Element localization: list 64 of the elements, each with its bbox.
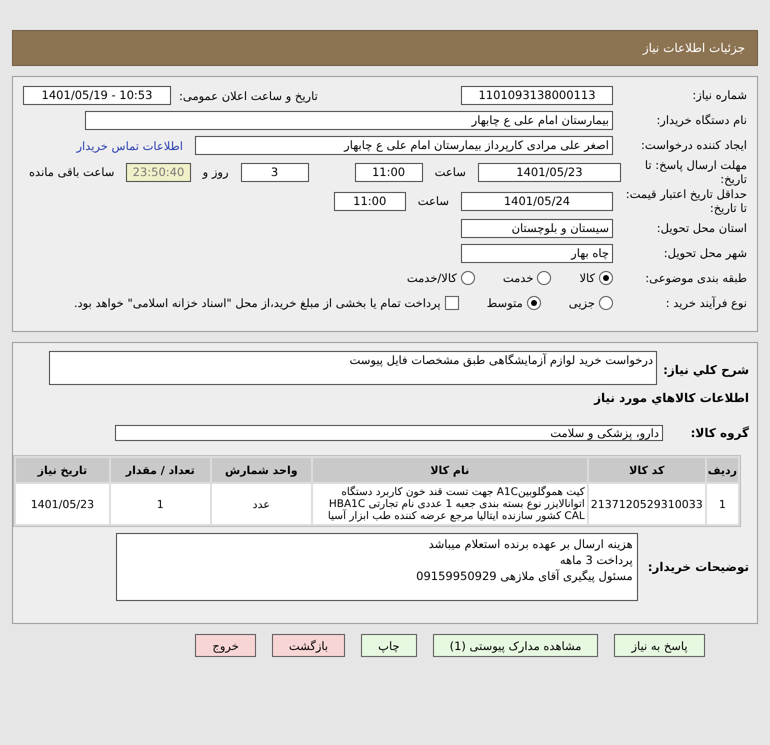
table-cell: 2137120529310033: [588, 484, 705, 524]
field-label: ساعت باقی مانده: [29, 165, 114, 180]
page-title: جزئیات اطلاعات نیاز: [642, 41, 745, 55]
column-header: تعداد / مقدار: [110, 458, 210, 482]
field-label: طبقه بندی موضوعی:: [644, 270, 748, 286]
radio-button[interactable]: [537, 271, 552, 285]
column-header: نام کالا: [312, 458, 587, 482]
field-label: ساعت: [418, 194, 449, 208]
deadline-date-field: 1401/05/23: [478, 162, 621, 182]
field-label: تاریخ و ساعت اعلان عمومی:: [179, 88, 318, 102]
action-button[interactable]: چاپ: [361, 634, 417, 657]
need-number-field: 1101093138000113: [461, 86, 613, 105]
field-label: ایجاد کننده درخواست:: [640, 138, 748, 153]
column-header: تاریخ نیاز: [16, 458, 109, 482]
table-cell: 1: [706, 484, 738, 524]
radio-label: جزیی: [568, 296, 595, 310]
buyer-contact-link[interactable]: اطلاعات تماس خریدار: [76, 138, 183, 152]
validity-date-field: 1401/05/24: [461, 192, 613, 211]
column-header: ردیف: [706, 458, 738, 482]
action-button[interactable]: پاسخ به نیاز: [614, 634, 705, 657]
field-label: مهلت ارسال پاسخ: تا تاریخ:: [644, 158, 748, 187]
deadline-time-field: 11:00: [354, 162, 423, 182]
table-cell: کیت هموگلوبینA1C جهت تست قند خون کاربرد دستگاه اتوانالایزر نوع بسته بندی جعبه 1 عددی نام تجارتی HBA1C CAL کشور سازنده ایتالیا مرجع عرضه کننده طب ابزار آسیا: [312, 484, 587, 524]
action-button[interactable]: بازگشت: [272, 634, 346, 657]
checkbox[interactable]: [444, 296, 459, 310]
province-field: سیستان و بلوچستان: [461, 218, 613, 238]
table-cell: 1401/05/23: [16, 484, 109, 524]
buyer-notes-field: هزینه ارسال بر عهده برنده استعلام میباشد پرداخت 3 ماهه مسئول پیگیری آقای ملازهی 09159950929: [116, 533, 638, 602]
field-label: استان محل تحویل:: [656, 220, 748, 236]
field-label: توضیحات خریدار:: [648, 560, 750, 574]
action-button[interactable]: خروج: [195, 634, 256, 657]
field-label: شماره نیاز:: [691, 88, 748, 103]
description-field: درخواست خرید لوازم آزمایشگاهی طبق مشخصات فایل پیوست: [49, 351, 658, 385]
announce-date-field: 1401/05/19 - 10:53: [23, 86, 171, 105]
field-label: حداقل تاریخ اعتبار قیمت: تا تاریخ:: [624, 186, 748, 216]
field-label: ساعت: [434, 165, 466, 180]
requester-field: اصغر علی مرادی کارپرداز بیمارستان امام علی ع چابهار: [195, 136, 613, 155]
radio-button[interactable]: [599, 296, 613, 310]
table-cell: 1: [110, 484, 210, 524]
field-label: گروه کالا:: [690, 426, 750, 440]
radio-label: کالا/خدمت: [406, 271, 457, 285]
action-button[interactable]: مشاهده مدارک پیوستی (1): [432, 634, 598, 657]
radio-button[interactable]: [526, 296, 541, 310]
column-header: واحد شمارش: [212, 458, 311, 482]
validity-time-field: 11:00: [334, 192, 406, 211]
field-label: شرح کلي نياز:: [663, 363, 750, 377]
days-field: 3: [240, 162, 309, 182]
radio-button[interactable]: [460, 271, 475, 285]
section-title: اطلاعات کالاهاي مورد نياز: [594, 390, 750, 404]
field-label: روز و: [202, 165, 228, 180]
remaining-time-field: 23:50:40: [126, 162, 191, 182]
radio-label: کالا: [579, 271, 595, 285]
goods-group-field: دارو، پزشکی و سلامت: [115, 424, 663, 440]
radio-label: متوسط: [486, 296, 523, 310]
radio-button[interactable]: [599, 271, 613, 285]
checkbox-label: پرداخت تمام یا بخشی از مبلغ خرید،از محل "اسناد خزانه اسلامی" خواهد بود.: [74, 296, 441, 310]
table-cell: عدد: [212, 484, 311, 524]
field-label: نام دستگاه خریدار:: [655, 113, 748, 128]
field-label: شهر محل تحویل:: [662, 246, 748, 260]
field-label: نوع فرآیند خرید :: [664, 296, 748, 310]
buyer-name-field: بیمارستان امام علی ع چابهار: [85, 111, 613, 130]
city-field: چاه بهار: [461, 244, 613, 262]
radio-label: خدمت: [502, 271, 534, 285]
column-header: کد کالا: [588, 458, 705, 482]
